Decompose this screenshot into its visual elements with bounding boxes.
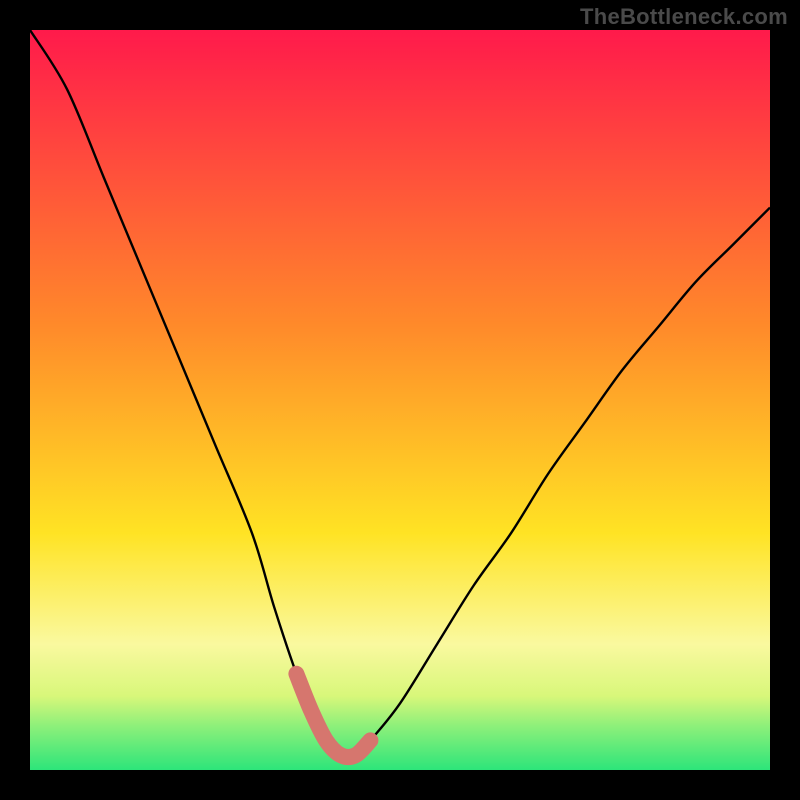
chart-container: TheBottleneck.com [0,0,800,800]
watermark-text: TheBottleneck.com [580,4,788,30]
plot-area [30,30,770,770]
chart-svg [30,30,770,770]
gradient-background [30,30,770,770]
